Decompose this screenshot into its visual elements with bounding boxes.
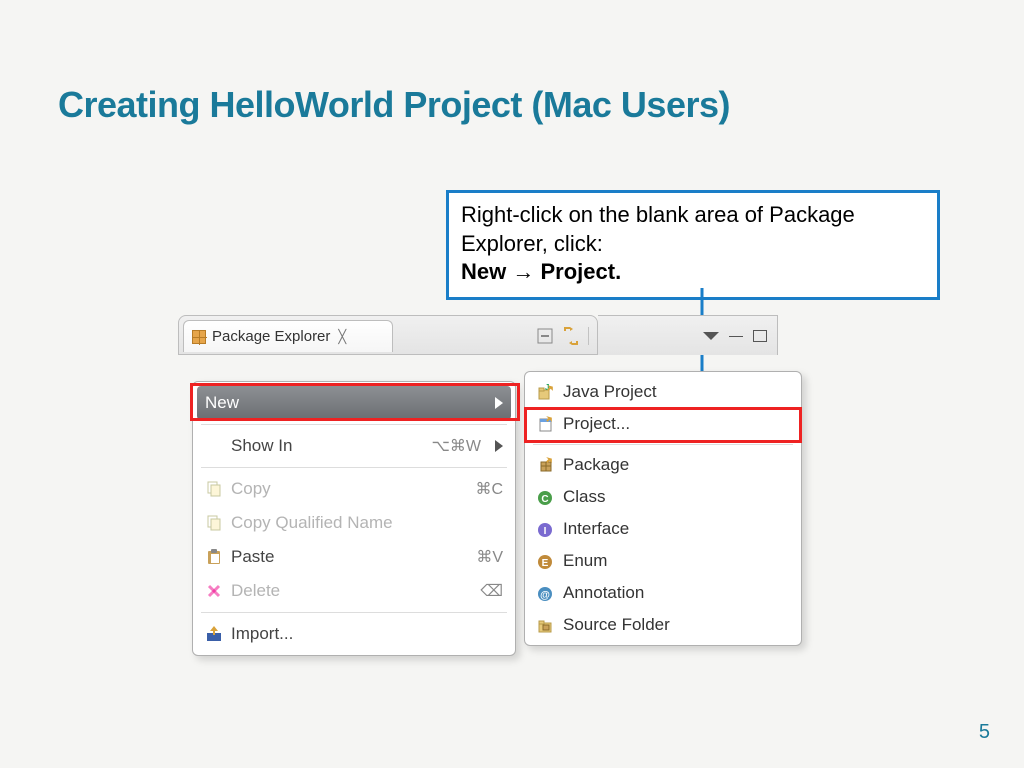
copy-icon — [205, 514, 223, 532]
minimize-icon[interactable] — [729, 336, 743, 342]
shortcut-text: ⌫ — [480, 581, 503, 601]
import-icon — [205, 625, 223, 643]
menu-label: Java Project — [563, 382, 789, 402]
page-number: 5 — [979, 721, 990, 744]
shortcut-text: ⌥⌘W — [431, 436, 481, 456]
menu-label: Class — [563, 487, 789, 507]
eclipse-tabbar: Package Explorer ╳ — [178, 315, 598, 355]
menu-label: Enum — [563, 551, 789, 571]
menu-item-new[interactable]: New — [197, 386, 511, 420]
menu-label: Delete — [231, 581, 472, 601]
submenu-item-annotation[interactable]: @ Annotation — [525, 577, 801, 609]
menu-label: Copy — [231, 479, 467, 499]
eclipse-screenshot: Package Explorer ╳ New — [178, 315, 858, 715]
callout-new: New — [461, 259, 506, 284]
menu-label: New — [205, 393, 481, 413]
menu-label: Package — [563, 455, 789, 475]
shortcut-text: ⌘V — [476, 547, 503, 567]
package-icon — [537, 456, 555, 474]
submenu-item-interface[interactable]: I Interface — [525, 513, 801, 545]
collapse-all-icon[interactable] — [536, 327, 554, 345]
delete-icon — [205, 582, 223, 600]
submenu-arrow-icon — [495, 397, 503, 409]
tab-label: Package Explorer — [212, 328, 330, 345]
menu-item-import[interactable]: Import... — [193, 617, 515, 651]
paste-icon — [205, 548, 223, 566]
submenu-arrow-icon — [495, 440, 503, 452]
package-explorer-icon — [192, 330, 206, 344]
menu-item-copy[interactable]: Copy ⌘C — [193, 472, 515, 506]
package-explorer-tab[interactable]: Package Explorer ╳ — [183, 320, 393, 352]
svg-text:@: @ — [540, 590, 550, 601]
callout-project: Project. — [541, 259, 622, 284]
menu-label: Copy Qualified Name — [231, 513, 503, 533]
submenu-item-java-project[interactable]: J Java Project — [525, 376, 801, 408]
callout-line1: Right-click on the blank area of Package… — [461, 202, 855, 256]
view-menu-icon[interactable] — [703, 332, 719, 340]
class-icon: C — [537, 488, 555, 506]
menu-separator — [201, 467, 507, 468]
svg-text:E: E — [542, 558, 549, 569]
project-icon — [537, 415, 555, 433]
view-toolbar — [536, 320, 589, 352]
submenu-item-enum[interactable]: E Enum — [525, 545, 801, 577]
toolbar-separator — [588, 327, 589, 345]
menu-label: Import... — [231, 624, 503, 644]
annotation-icon: @ — [537, 584, 555, 602]
menu-separator — [533, 444, 793, 445]
instruction-callout: Right-click on the blank area of Package… — [446, 190, 940, 300]
menu-separator — [201, 424, 507, 425]
arrow-glyph: → — [512, 259, 540, 284]
menu-label: Source Folder — [563, 615, 789, 635]
svg-text:C: C — [541, 494, 548, 505]
menu-label: Project... — [563, 414, 789, 434]
svg-text:J: J — [545, 383, 549, 392]
link-editor-icon[interactable] — [562, 327, 580, 345]
submenu-item-class[interactable]: C Class — [525, 481, 801, 513]
tab-close-icon[interactable]: ╳ — [338, 329, 346, 345]
view-controls — [598, 315, 778, 355]
blank-icon — [205, 437, 223, 455]
java-project-icon: J — [537, 383, 555, 401]
menu-label: Interface — [563, 519, 789, 539]
svg-text:I: I — [544, 526, 547, 537]
enum-icon: E — [537, 552, 555, 570]
slide-title: Creating HelloWorld Project (Mac Users) — [58, 84, 730, 126]
submenu-item-project[interactable]: Project... — [525, 408, 801, 440]
submenu-item-package[interactable]: Package — [525, 449, 801, 481]
menu-item-copy-qualified[interactable]: Copy Qualified Name — [193, 506, 515, 540]
menu-separator — [201, 612, 507, 613]
submenu-item-source-folder[interactable]: Source Folder — [525, 609, 801, 641]
menu-item-paste[interactable]: Paste ⌘V — [193, 540, 515, 574]
menu-label: Paste — [231, 547, 468, 567]
context-menu: New Show In ⌥⌘W Copy ⌘C Copy Qualified N… — [192, 381, 516, 656]
shortcut-text: ⌘C — [475, 479, 503, 499]
interface-icon: I — [537, 520, 555, 538]
menu-label: Annotation — [563, 583, 789, 603]
maximize-icon[interactable] — [753, 330, 767, 342]
new-submenu: J Java Project Project... Package C Clas… — [524, 371, 802, 646]
copy-icon — [205, 480, 223, 498]
menu-item-delete[interactable]: Delete ⌫ — [193, 574, 515, 608]
menu-label: Show In — [231, 436, 423, 456]
menu-item-show-in[interactable]: Show In ⌥⌘W — [193, 429, 515, 463]
source-folder-icon — [537, 616, 555, 634]
